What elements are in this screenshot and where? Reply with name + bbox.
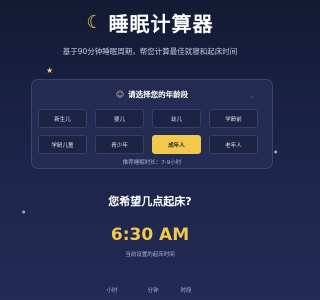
title-row: ☾ 睡眠计算器 bbox=[0, 8, 300, 37]
age-option-adult[interactable]: 成年人 bbox=[152, 135, 201, 154]
star-icon: ★ bbox=[46, 66, 54, 75]
age-selection-card: ☺ 请选择您的年龄段 新生儿 婴儿 幼儿 学龄前 学龄儿童 青少年 成年人 老年… bbox=[31, 79, 273, 169]
person-icon: ☺ bbox=[115, 90, 125, 99]
age-option-preschool[interactable]: 学龄前 bbox=[209, 109, 258, 128]
page-title: 睡眠计算器 bbox=[108, 12, 214, 36]
age-option-teen[interactable]: 青少年 bbox=[95, 135, 144, 154]
age-option-newborn[interactable]: 新生儿 bbox=[38, 109, 87, 128]
age-option-school-age[interactable]: 学龄儿童 bbox=[38, 135, 87, 154]
star-icon: ● bbox=[22, 209, 26, 214]
hour-picker-label: 小时 bbox=[106, 288, 118, 294]
wake-time-question: 您希望几点起床? bbox=[108, 195, 192, 208]
star-icon: ● bbox=[274, 149, 278, 154]
page-subtitle: 基于90分钟睡眠周期，帮您计算最佳就寝和起床时间 bbox=[62, 47, 238, 56]
wake-time-display: 6:30 AM bbox=[110, 225, 190, 245]
ampm-picker-label: 时段 bbox=[180, 288, 192, 294]
age-option-infant[interactable]: 婴儿 bbox=[95, 109, 144, 128]
age-options-grid: 新生儿 婴儿 幼儿 学龄前 学龄儿童 青少年 成年人 老年人 bbox=[38, 109, 258, 154]
sleep-recommendation: 推荐睡眠时长：7-9小时 bbox=[122, 160, 182, 166]
crescent-moon-icon: ☾ bbox=[86, 11, 103, 33]
page-header: ☾ 睡眠计算器 基于90分钟睡眠周期，帮您计算最佳就寝和起床时间 bbox=[0, 8, 300, 57]
age-option-toddler[interactable]: 幼儿 bbox=[152, 109, 201, 128]
age-option-senior[interactable]: 老年人 bbox=[209, 135, 258, 154]
age-card-header: ☺ 请选择您的年龄段 bbox=[32, 89, 272, 100]
wake-time-caption: 当前设置的起床时间 bbox=[125, 252, 175, 258]
age-card-title: 请选择您的年龄段 bbox=[128, 90, 189, 99]
